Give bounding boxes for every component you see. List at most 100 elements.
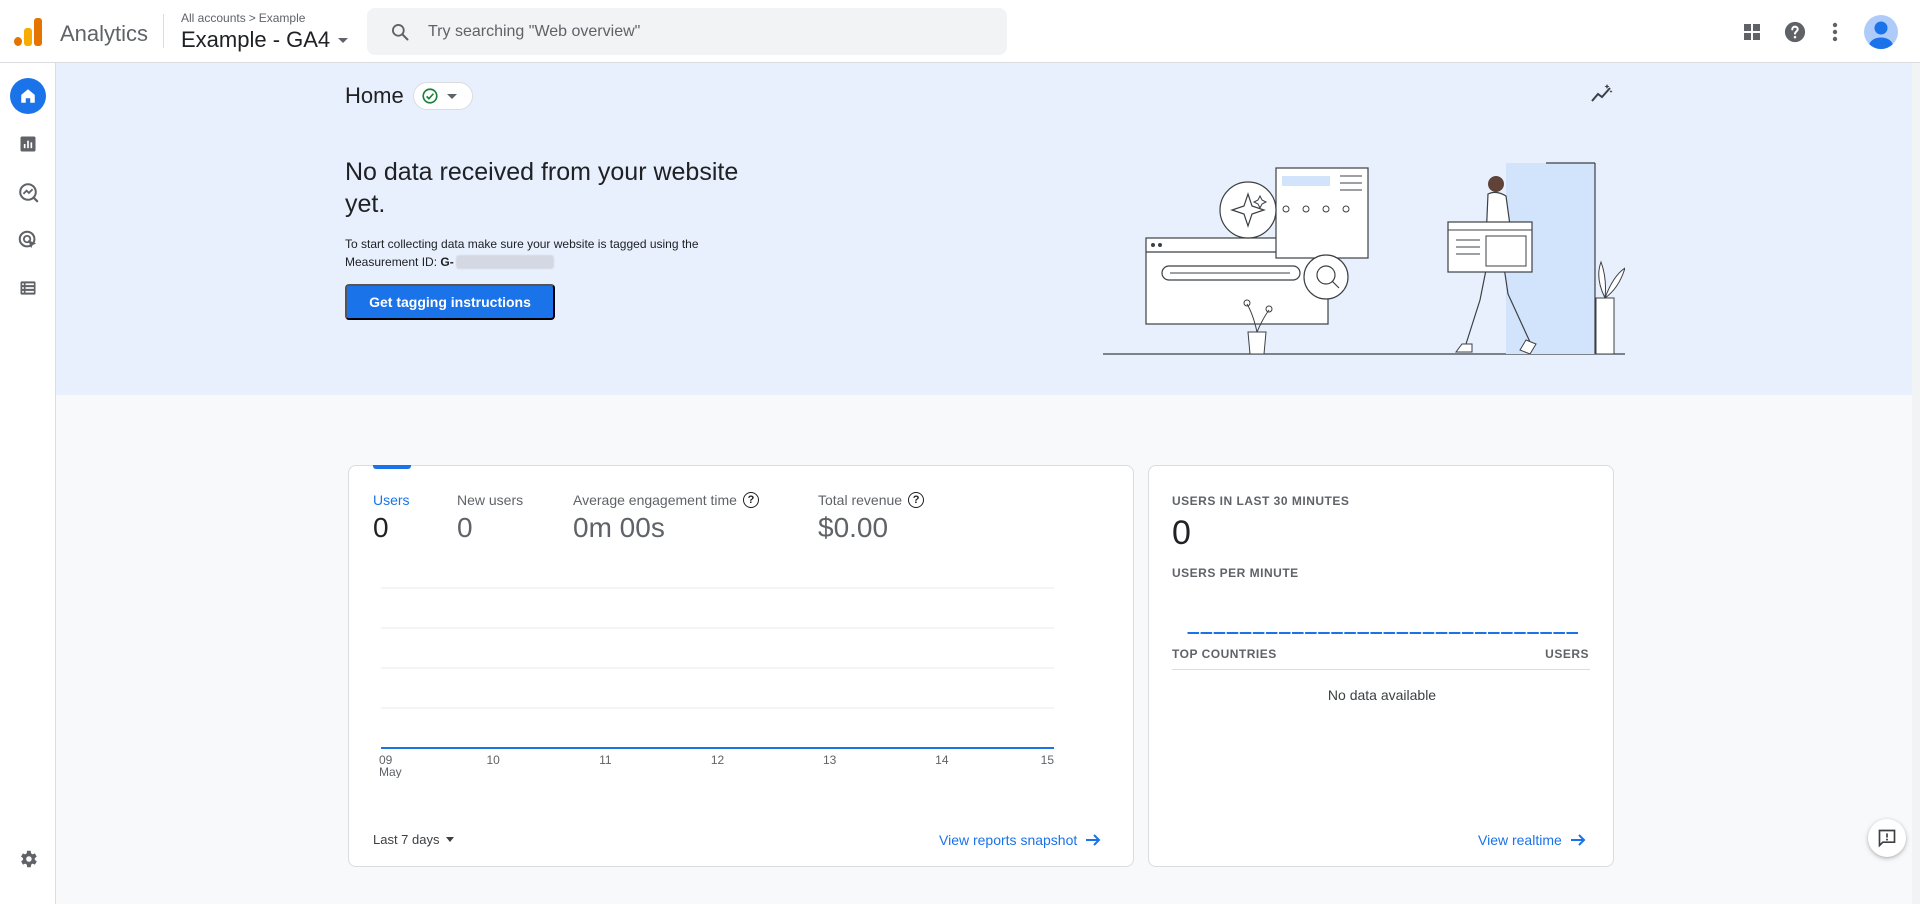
top-app-bar: Analytics All accounts > Example Example -… — [0, 0, 1920, 63]
caret-down-icon — [445, 837, 454, 842]
metric-total-revenue[interactable]: Total revenue ? $0.00 — [818, 492, 925, 544]
advertising-icon — [18, 230, 37, 249]
x-tick-label: 13 — [823, 753, 837, 767]
x-tick-label: 14 — [935, 753, 949, 767]
apps-icon[interactable] — [1736, 16, 1768, 48]
minute-bar — [1239, 632, 1252, 634]
no-data-message: No data available — [1327, 687, 1437, 703]
minute-bar — [1501, 632, 1513, 634]
minute-bar — [1213, 632, 1226, 634]
explore-icon — [19, 183, 39, 203]
view-reports-snapshot-link[interactable]: View reports snapshot — [939, 832, 1101, 848]
users-column-header: USERS — [1545, 647, 1589, 661]
users-per-minute-bars — [1187, 632, 1578, 634]
metric-users[interactable]: Users 0 — [373, 492, 410, 544]
breadcrumb-root: All accounts — [181, 11, 246, 25]
metric-new-users[interactable]: New users 0 — [457, 492, 523, 544]
data-status-chip[interactable] — [413, 82, 473, 110]
nav-reports[interactable] — [10, 126, 46, 162]
account-avatar[interactable] — [1864, 15, 1898, 49]
minute-bar — [1514, 632, 1526, 634]
x-tick-label: 10 — [486, 753, 500, 767]
minute-bar — [1278, 632, 1291, 634]
feedback-icon — [1878, 829, 1896, 848]
more-vert-icon[interactable] — [1819, 16, 1851, 48]
nav-explore[interactable] — [10, 174, 46, 210]
no-data-heading: No data received from your website yet. — [345, 158, 739, 218]
minute-bar — [1553, 632, 1565, 634]
metric-label-row: Total revenue ? — [818, 492, 925, 508]
search-bar[interactable] — [367, 8, 1007, 55]
nav-configure[interactable] — [10, 270, 46, 306]
metric-label: Average engagement time — [573, 492, 737, 508]
minute-bar — [1540, 632, 1552, 634]
view-realtime-link[interactable]: View realtime — [1478, 832, 1586, 848]
active-tab-indicator — [373, 465, 411, 469]
users-line-chart: 09 10 11 12 13 14 15May — [379, 587, 1055, 778]
metric-avg-engagement-time[interactable]: Average engagement time ? 0m 00s — [573, 492, 759, 544]
date-range-dropdown[interactable]: Last 7 days — [373, 832, 454, 847]
table-divider — [1172, 669, 1590, 670]
metric-value: $0.00 — [818, 512, 889, 543]
vertical-scrollbar[interactable] — [1912, 63, 1920, 904]
minute-bar — [1488, 632, 1500, 634]
minute-bar — [1448, 632, 1461, 634]
help-icon[interactable]: ? — [908, 492, 925, 508]
nav-advertising[interactable] — [10, 222, 46, 258]
check-circle-icon — [422, 88, 438, 104]
link-label: View realtime — [1478, 832, 1562, 848]
search-icon — [392, 23, 409, 40]
header-divider — [163, 14, 164, 48]
date-range-label: Last 7 days — [373, 832, 440, 847]
minute-bar — [1344, 632, 1356, 634]
minute-bar — [1252, 632, 1265, 634]
caret-down-icon — [447, 93, 457, 99]
metric-label: New users — [457, 492, 524, 508]
overview-card: Users 0 New users 0 Average engagement t… — [348, 465, 1134, 867]
measurement-id-redacted — [455, 255, 554, 269]
minute-bar — [1527, 632, 1539, 634]
users-per-minute-label: USERS PER MINUTE — [1172, 566, 1299, 580]
link-label: View reports snapshot — [939, 832, 1078, 848]
feedback-button[interactable] — [1868, 819, 1906, 857]
metric-value: 0 — [457, 512, 473, 543]
help-icon[interactable]: ? — [742, 492, 759, 508]
nav-home[interactable] — [10, 78, 46, 114]
realtime-users-value: 0 — [1172, 514, 1191, 552]
x-tick-label: 15 — [1041, 753, 1055, 767]
caret-down-icon — [338, 37, 349, 43]
minute-bar — [1305, 632, 1317, 634]
metric-value: 0m 00s — [573, 512, 665, 543]
minute-bar — [1474, 632, 1487, 634]
arrow-right-icon — [1086, 834, 1101, 846]
property-selector[interactable]: Example - GA4 — [181, 27, 349, 53]
metric-label: Users — [373, 492, 410, 508]
nav-admin[interactable] — [10, 841, 46, 877]
help-icon[interactable] — [1779, 16, 1811, 48]
gear-icon — [21, 850, 37, 868]
x-tick-label: 11 — [599, 753, 612, 767]
bar-chart-icon — [20, 136, 36, 152]
top-countries-header: TOP COUNTRIES — [1172, 647, 1277, 661]
tagging-hint: To start collecting data make sure your … — [345, 235, 765, 271]
minute-bar — [1435, 632, 1448, 634]
breadcrumb-account: Example — [258, 11, 306, 25]
breadcrumb[interactable]: All accounts > Example — [181, 11, 305, 25]
x-tick-label: 12 — [711, 753, 725, 767]
analytics-logo[interactable] — [14, 16, 44, 46]
metric-value: 0 — [373, 512, 389, 543]
minute-bar — [1292, 632, 1304, 634]
realtime-users-label: USERS IN LAST 30 MINUTES — [1172, 494, 1350, 508]
minute-bar — [1331, 632, 1343, 634]
hero-illustration — [1103, 162, 1625, 355]
minute-bar — [1566, 632, 1578, 634]
search-input[interactable] — [428, 22, 988, 41]
arrow-right-icon — [1570, 834, 1586, 846]
minute-bar — [1226, 632, 1239, 634]
minute-bar — [1409, 632, 1422, 634]
page-title: Home — [345, 83, 404, 108]
property-name: Example - GA4 — [181, 27, 331, 52]
get-tagging-instructions-button[interactable]: Get tagging instructions — [345, 284, 555, 320]
minute-bar — [1357, 632, 1369, 634]
insights-icon[interactable] — [1588, 80, 1616, 108]
